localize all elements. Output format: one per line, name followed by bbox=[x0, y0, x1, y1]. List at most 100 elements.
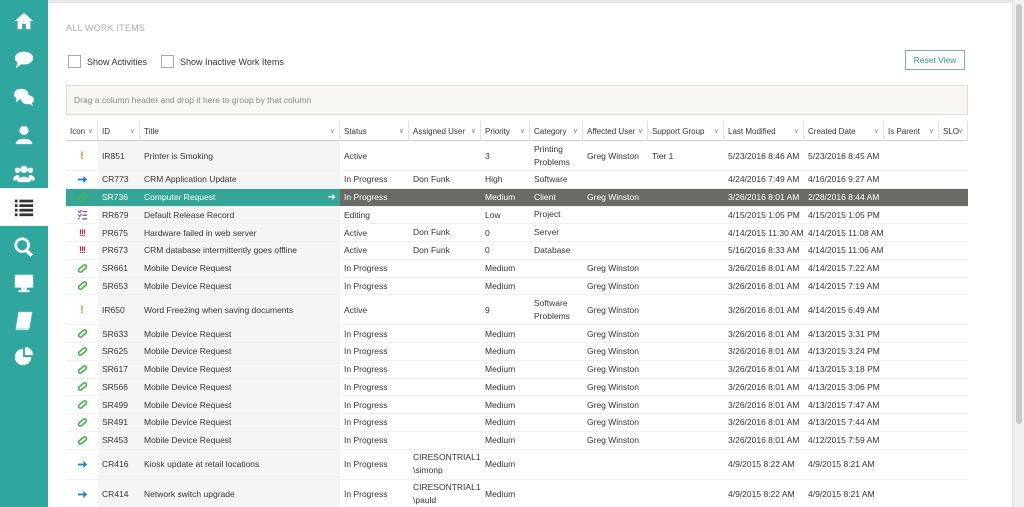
group-by-drop-zone[interactable]: Drag a column header and drop it here to… bbox=[66, 85, 968, 115]
show-inactive-checkbox[interactable]: Show Inactive Work Items bbox=[161, 55, 284, 68]
column-header-slo[interactable]: SLO ∨ bbox=[939, 121, 968, 141]
checkbox-box[interactable] bbox=[161, 55, 174, 68]
table-row[interactable]: SR566 Mobile Device Request In Progress Med… bbox=[66, 378, 968, 397]
cell-affected: Greg Winston bbox=[587, 381, 639, 392]
monitor-icon bbox=[14, 274, 34, 293]
column-header-assigned[interactable]: Assigned User ∨ bbox=[409, 121, 481, 141]
chevron-down-icon[interactable]: ∨ bbox=[330, 127, 335, 135]
open-arrow-icon[interactable]: ➔ bbox=[328, 189, 336, 206]
table-row[interactable]: SR736 Computer Request ➔ In Progress Medium C… bbox=[66, 188, 968, 207]
table-row[interactable]: CR773 CRM Application Update In Progress Do… bbox=[66, 171, 968, 189]
chevron-down-icon[interactable]: ∨ bbox=[471, 127, 476, 135]
show-inactive-label: Show Inactive Work Items bbox=[180, 56, 284, 67]
nav-profile[interactable] bbox=[0, 116, 48, 154]
column-header-category[interactable]: Category ∨ bbox=[530, 121, 583, 141]
column-header-status[interactable]: Status ∨ bbox=[340, 121, 409, 141]
nav-groups[interactable] bbox=[0, 154, 48, 192]
table-row[interactable]: SR617 Mobile Device Request In Progress Med… bbox=[66, 360, 968, 379]
checkbox-box[interactable] bbox=[68, 55, 81, 68]
nav-knowledge[interactable] bbox=[0, 302, 48, 340]
chevron-down-icon[interactable]: ∨ bbox=[929, 127, 934, 135]
service-request-icon bbox=[75, 364, 89, 375]
cell-assigned bbox=[409, 396, 481, 413]
chevron-down-icon[interactable]: ∨ bbox=[88, 127, 93, 135]
column-header-label: Priority bbox=[485, 126, 510, 136]
column-header-id[interactable]: ID ∨ bbox=[98, 121, 140, 141]
chevron-down-icon[interactable]: ∨ bbox=[573, 127, 578, 135]
table-row[interactable]: SR499 Mobile Device Request In Progress Med… bbox=[66, 396, 968, 414]
cell-assigned: CIRESONTRIAL1 \simonp bbox=[413, 452, 481, 475]
chevron-down-icon[interactable]: ∨ bbox=[714, 127, 719, 135]
cell-slo bbox=[939, 189, 968, 206]
table-row[interactable]: ! IR851 Printer is Smoking Active 3 Printing … bbox=[66, 141, 968, 171]
table-row[interactable]: SR633 Mobile Device Request In Progress Med… bbox=[66, 325, 968, 343]
nav-home[interactable] bbox=[0, 2, 48, 40]
cell-title: Mobile Device Request bbox=[140, 414, 340, 431]
table-row[interactable]: SR453 Mobile Device Request In Progress Med… bbox=[66, 431, 968, 450]
column-header-modified[interactable]: Last Modified ∨ bbox=[724, 121, 804, 141]
table-row[interactable]: !!! PR673 CRM database intermittently goes… bbox=[66, 242, 968, 260]
cell-status: In Progress bbox=[344, 459, 388, 469]
cell-id: SR566 bbox=[98, 378, 140, 396]
column-header-group[interactable]: Support Group ∨ bbox=[648, 121, 724, 141]
scrollbar-thumb[interactable] bbox=[1016, 4, 1022, 424]
page-scrollbar[interactable] bbox=[1012, 0, 1024, 507]
chat-bubble-icon bbox=[14, 51, 34, 69]
chevron-down-icon[interactable]: ∨ bbox=[520, 127, 525, 135]
cell-parent bbox=[884, 414, 939, 431]
cell-modified: 4/14/2015 11:30 AM bbox=[728, 227, 804, 238]
table-row[interactable]: CR416 Kiosk update at retail locations In … bbox=[66, 449, 968, 480]
column-header-label: SLO bbox=[943, 126, 960, 136]
change-request-icon bbox=[75, 489, 89, 500]
cell-created: 2/28/2016 8:44 AM bbox=[808, 192, 880, 203]
cell-created: 4/13/2015 7:44 AM bbox=[808, 417, 880, 428]
cell-affected bbox=[583, 224, 648, 241]
nav-conversations[interactable] bbox=[0, 78, 48, 116]
chevron-down-icon[interactable]: ∨ bbox=[638, 127, 643, 135]
cell-parent bbox=[884, 295, 939, 324]
cell-id: IR851 bbox=[98, 141, 140, 170]
column-header-label: Affected User bbox=[587, 126, 636, 136]
nav-search[interactable] bbox=[0, 228, 48, 266]
table-row[interactable]: RR679 Default Release Record Editing Low Pro… bbox=[66, 206, 968, 225]
column-header-priority[interactable]: Priority ∨ bbox=[481, 121, 530, 141]
table-row[interactable]: SR625 Mobile Device Request In Progress Med… bbox=[66, 343, 968, 361]
cell-icon bbox=[66, 171, 98, 188]
table-row[interactable]: !!! PR675 Hardware failed in web server Act… bbox=[66, 224, 968, 242]
column-header-title[interactable]: Title ∨ bbox=[140, 121, 340, 141]
show-activities-checkbox[interactable]: Show Activities bbox=[68, 55, 147, 68]
table-row[interactable]: SR661 Mobile Device Request In Progress Med… bbox=[66, 259, 968, 278]
nav-chat[interactable] bbox=[0, 40, 48, 78]
cell-status: In Progress bbox=[344, 174, 388, 185]
table-row[interactable]: CR414 Network switch upgrade In Progress CI… bbox=[66, 479, 968, 507]
problem-icon: !!! bbox=[79, 245, 86, 256]
column-header-created[interactable]: Created Date ∨ bbox=[804, 121, 884, 141]
pie-chart-icon bbox=[14, 346, 34, 366]
cell-icon bbox=[66, 450, 98, 479]
column-header-icon[interactable]: Icon ∨ bbox=[66, 121, 98, 141]
table-row[interactable]: SR491 Mobile Device Request In Progress Med… bbox=[66, 414, 968, 432]
cell-id: CR416 bbox=[98, 449, 140, 479]
table-row[interactable]: SR653 Mobile Device Request In Progress Med… bbox=[66, 277, 968, 296]
cell-group bbox=[648, 343, 724, 360]
table-row[interactable]: ! IR650 Word Freezing when saving document… bbox=[66, 295, 968, 326]
cell-modified: 3/26/2016 8:01 AM bbox=[728, 417, 800, 428]
chevron-down-icon[interactable]: ∨ bbox=[399, 127, 404, 135]
cell-affected: Greg Winston bbox=[587, 364, 639, 375]
chevron-down-icon[interactable]: ∨ bbox=[874, 127, 879, 135]
reset-view-button[interactable]: Reset View bbox=[905, 50, 965, 70]
column-header-affected[interactable]: Affected User ∨ bbox=[583, 121, 648, 141]
cell-modified: 3/26/2016 8:01 AM bbox=[728, 328, 800, 339]
chevron-down-icon[interactable]: ∨ bbox=[958, 127, 963, 135]
cell-parent bbox=[884, 432, 939, 449]
column-header-parent[interactable]: Is Parent ∨ bbox=[884, 121, 939, 141]
service-request-icon bbox=[75, 346, 89, 357]
chevron-down-icon[interactable]: ∨ bbox=[794, 127, 799, 135]
nav-work-items[interactable] bbox=[0, 188, 48, 226]
cell-group bbox=[648, 224, 724, 241]
column-header-label: Support Group bbox=[652, 126, 705, 136]
chevron-down-icon[interactable]: ∨ bbox=[130, 127, 135, 135]
nav-monitor[interactable] bbox=[0, 264, 48, 302]
home-icon bbox=[14, 12, 34, 30]
nav-reports[interactable] bbox=[0, 338, 48, 376]
